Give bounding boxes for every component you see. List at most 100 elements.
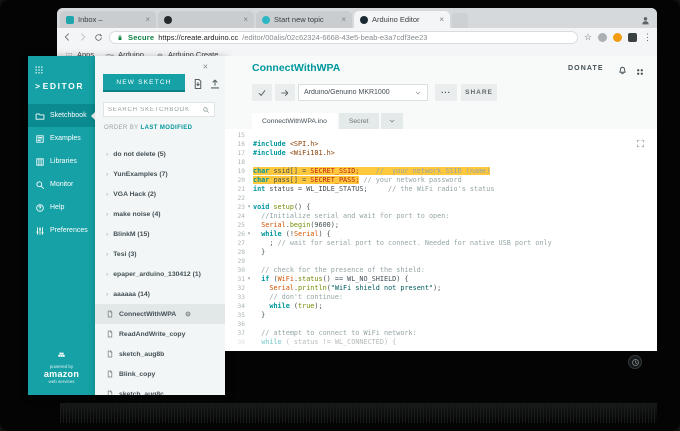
code-line-24[interactable]: 24 //Initialize serial and wait for port…: [225, 212, 657, 221]
code-line-21[interactable]: 21 int status = WL_IDLE_STATUS; // the Wi…: [225, 185, 657, 194]
editor-tabs-menu[interactable]: [380, 113, 403, 129]
browser-tab-1[interactable]: Inbox – ×: [60, 11, 156, 28]
code-line-23[interactable]: 23 ▾ void setup() {: [225, 203, 657, 212]
sketch-item-vga-hack-2-[interactable]: › VGA Hack (2): [95, 184, 225, 204]
editor-tab-connectwithwpa-ino[interactable]: ConnectWithWPA.ino: [252, 113, 337, 129]
fold-marker-icon[interactable]: ▾: [245, 275, 253, 284]
bell-icon[interactable]: [617, 62, 628, 80]
import-sketch-icon[interactable]: [190, 76, 205, 91]
code-text: while (true);: [269, 302, 323, 310]
chevron-right-icon[interactable]: ›: [106, 191, 108, 198]
sidebar-item-monitor[interactable]: Monitor: [28, 173, 95, 196]
sketch-item-readandwrite-copy[interactable]: ReadAndWrite_copy: [95, 324, 225, 344]
tab-close-icon[interactable]: ×: [145, 15, 150, 24]
sidebar-item-preferences[interactable]: Preferences: [28, 219, 95, 242]
sketch-item-blink-copy[interactable]: Blink_copy: [95, 364, 225, 384]
new-sketch-button[interactable]: NEW SKETCH: [103, 74, 185, 92]
chevron-right-icon[interactable]: ›: [106, 291, 108, 298]
magnifier-icon: [35, 180, 45, 190]
browser-tab-2[interactable]: ×: [158, 11, 254, 28]
bookmark-star-icon[interactable]: ☆: [584, 32, 592, 43]
code-line-18[interactable]: 18: [225, 158, 657, 167]
sketch-item-connectwithwpa[interactable]: ConnectWithWPA: [95, 304, 225, 324]
tab-close-icon[interactable]: ×: [243, 15, 248, 24]
code-line-28[interactable]: 28 }: [225, 248, 657, 257]
code-line-36[interactable]: 36: [225, 320, 657, 329]
chevron-right-icon[interactable]: ›: [106, 271, 108, 278]
code-line-38[interactable]: 38 while ( status != WL_CONNECTED) {: [225, 338, 657, 347]
fold-marker-icon[interactable]: ▾: [245, 230, 253, 239]
grid-dots-icon[interactable]: [635, 63, 645, 81]
code-line-27[interactable]: 27 ; // wait for serial port to connect.…: [225, 239, 657, 248]
address-bar[interactable]: Secure https://create.arduino.cc/editor/…: [109, 31, 578, 44]
browser-tab-4[interactable]: Arduino Editor ×: [354, 11, 450, 28]
sketch-item-sketch-aug8c[interactable]: sketch_aug8c: [95, 384, 225, 395]
chevron-right-icon[interactable]: ›: [106, 211, 108, 218]
line-number: 36: [237, 321, 245, 328]
more-options-button[interactable]: ...: [435, 84, 457, 101]
chevron-right-icon[interactable]: ›: [106, 251, 108, 258]
sketch-item-aaaaaa-14-[interactable]: › aaaaaa (14): [95, 284, 225, 304]
chevron-right-icon[interactable]: ›: [106, 171, 108, 178]
editor-tab-secret[interactable]: Secret: [338, 113, 379, 129]
code-line-19[interactable]: 19 char ssid[] = SECRET_SSID; // your net…: [225, 167, 657, 176]
board-selector[interactable]: Arduino/Genuino MKR1000: [298, 84, 428, 101]
verify-button[interactable]: [252, 84, 272, 101]
chevron-right-icon[interactable]: ›: [106, 231, 108, 238]
code-line-15[interactable]: 15: [225, 131, 657, 140]
code-line-22[interactable]: 22: [225, 194, 657, 203]
back-icon[interactable]: [62, 29, 72, 47]
code-line-20[interactable]: 20 char pass[] = SECRET_PASS; // your net…: [225, 176, 657, 185]
code-line-34[interactable]: 34 while (true);: [225, 302, 657, 311]
sketch-item-epaper-arduino-130412-1-[interactable]: › epaper_arduino_130412 (1): [95, 264, 225, 284]
search-sketchbook-input[interactable]: SEARCH SKETCHBOOK: [103, 102, 215, 117]
upload-button[interactable]: [275, 84, 295, 101]
code-editor[interactable]: 15 16 #include <SPI.h> 17 #include <WiFi101.…: [225, 129, 657, 351]
sketch-item-do-not-delete-5-[interactable]: › do not delete (5): [95, 144, 225, 164]
new-tab-button[interactable]: [452, 13, 468, 28]
upload-sketch-icon[interactable]: [207, 76, 222, 91]
extension-icon-3[interactable]: [628, 33, 637, 42]
sketch-file-icon: [106, 310, 114, 318]
code-line-31[interactable]: 31 ▾ if (WiFi.status() == WL_NO_SHIELD) {: [225, 275, 657, 284]
share-button[interactable]: SHARE: [461, 84, 497, 101]
code-line-17[interactable]: 17 #include <WiFi101.h>: [225, 149, 657, 158]
extension-icon-1[interactable]: [598, 33, 607, 42]
fullscreen-icon[interactable]: [636, 135, 645, 153]
apps-grid-icon[interactable]: [34, 61, 44, 79]
sketch-item-blinkm-15-[interactable]: › BlinkM (15): [95, 224, 225, 244]
code-line-32[interactable]: 32 Serial.println("WiFi shield not prese…: [225, 284, 657, 293]
code-line-16[interactable]: 16 #include <SPI.h>: [225, 140, 657, 149]
sidebar-item-libraries[interactable]: Libraries: [28, 150, 95, 173]
code-line-29[interactable]: 29: [225, 257, 657, 266]
chevron-right-icon[interactable]: ›: [106, 151, 108, 158]
order-by-row[interactable]: ORDER BY LAST MODIFIED: [104, 125, 192, 131]
code-line-35[interactable]: 35 }: [225, 311, 657, 320]
sketch-item-label: sketch_aug8c: [119, 390, 164, 396]
code-line-30[interactable]: 30 // check for the presence of the shie…: [225, 266, 657, 275]
sidebar-item-help[interactable]: Help: [28, 196, 95, 219]
panel-close-icon[interactable]: ×: [203, 62, 218, 72]
donate-link[interactable]: DONATE: [568, 65, 604, 72]
forward-icon[interactable]: [78, 29, 88, 47]
code-line-26[interactable]: 26 ▾ while (!Serial) {: [225, 230, 657, 239]
sidebar-item-examples[interactable]: Examples: [28, 127, 95, 150]
editor-tabs: ConnectWithWPA.ino Secret: [252, 113, 403, 129]
gear-icon[interactable]: [184, 310, 192, 318]
lock-icon: [116, 33, 124, 42]
sketch-item-yunexamples-7-[interactable]: › YunExamples (7): [95, 164, 225, 184]
sidebar-item-sketchbook[interactable]: Sketchbook: [28, 104, 95, 127]
reload-icon[interactable]: [94, 29, 103, 47]
sketch-item-tesi-3-[interactable]: › Tesi (3): [95, 244, 225, 264]
chrome-menu-icon[interactable]: ⋮: [643, 32, 652, 43]
tab-close-icon[interactable]: ×: [439, 15, 444, 24]
fold-marker-icon[interactable]: ▾: [245, 203, 253, 212]
sketch-item-make-noise-4-[interactable]: › make noise (4): [95, 204, 225, 224]
browser-tab-3[interactable]: Start new topic ×: [256, 11, 352, 28]
sketch-item-sketch-aug8b[interactable]: sketch_aug8b: [95, 344, 225, 364]
code-line-37[interactable]: 37 // attempt to connect to WiFi network…: [225, 329, 657, 338]
tab-close-icon[interactable]: ×: [341, 15, 346, 24]
code-line-25[interactable]: 25 Serial.begin(9600);: [225, 221, 657, 230]
extension-icon-2[interactable]: [613, 33, 622, 42]
code-line-33[interactable]: 33 // don't continue:: [225, 293, 657, 302]
